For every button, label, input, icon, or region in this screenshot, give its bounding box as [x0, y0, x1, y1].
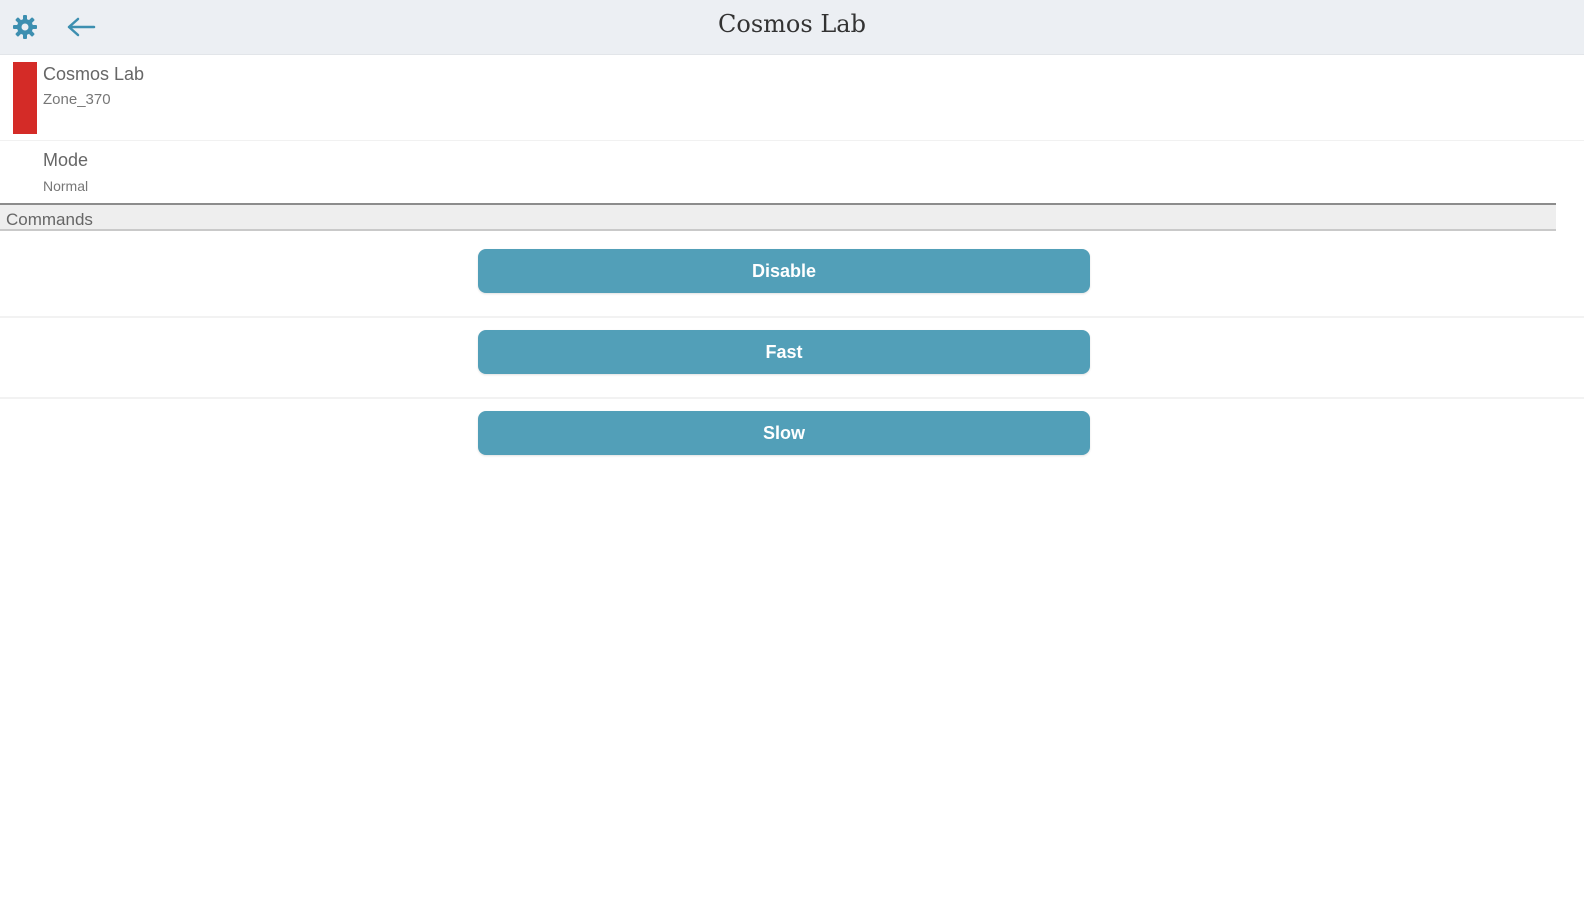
top-bar: Cosmos Lab [0, 0, 1584, 55]
commands-section-header: Commands [0, 203, 1556, 231]
command-row: Disable [0, 236, 1584, 318]
command-row: Fast [0, 317, 1584, 399]
device-row[interactable]: Cosmos Lab Zone_370 [0, 56, 1584, 141]
mode-row: Mode Normal [0, 142, 1584, 202]
disable-button[interactable]: Disable [478, 249, 1090, 293]
device-name: Cosmos Lab [43, 64, 145, 84]
status-indicator [13, 62, 37, 134]
command-row: Slow [0, 398, 1584, 478]
mode-label: Mode [43, 150, 89, 170]
fast-button[interactable]: Fast [478, 330, 1090, 374]
mode-value: Normal [43, 178, 89, 194]
slow-button[interactable]: Slow [478, 411, 1090, 455]
device-zone: Zone_370 [43, 91, 111, 108]
commands-section-label: Commands [6, 210, 93, 229]
page-title: Cosmos Lab [718, 10, 866, 38]
